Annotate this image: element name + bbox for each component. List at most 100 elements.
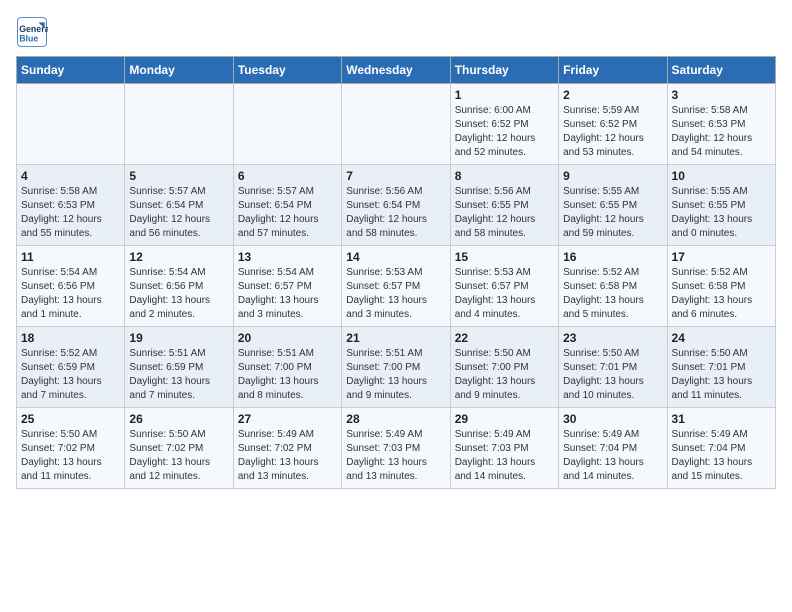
day-header-tuesday: Tuesday <box>233 57 341 84</box>
day-header-saturday: Saturday <box>667 57 775 84</box>
calendar-cell <box>342 84 450 165</box>
day-number: 28 <box>346 412 445 426</box>
day-detail: Sunrise: 5:50 AM Sunset: 7:00 PM Dayligh… <box>455 347 554 403</box>
svg-text:Blue: Blue <box>19 34 38 44</box>
day-header-friday: Friday <box>559 57 667 84</box>
day-number: 23 <box>563 331 662 345</box>
day-number: 16 <box>563 250 662 264</box>
calendar-cell: 24Sunrise: 5:50 AM Sunset: 7:01 PM Dayli… <box>667 327 775 408</box>
day-detail: Sunrise: 5:52 AM Sunset: 6:59 PM Dayligh… <box>21 347 120 403</box>
day-number: 24 <box>672 331 771 345</box>
day-detail: Sunrise: 5:49 AM Sunset: 7:03 PM Dayligh… <box>455 428 554 484</box>
calendar-cell: 21 Sunrise: 5:51 AM Sunset: 7:00 PM Dayli… <box>342 327 450 408</box>
logo: General Blue <box>16 16 48 48</box>
calendar-cell: 13Sunrise: 5:54 AM Sunset: 6:57 PM Dayli… <box>233 246 341 327</box>
calendar-cell: 29 Sunrise: 5:49 AM Sunset: 7:03 PM Dayli… <box>450 408 558 489</box>
calendar-table: SundayMondayTuesdayWednesdayThursdayFrid… <box>16 56 776 489</box>
calendar-cell: 2 Sunrise: 5:59 AM Sunset: 6:52 PM Daylig… <box>559 84 667 165</box>
calendar-cell: 20 Sunrise: 5:51 AM Sunset: 7:00 PM Dayli… <box>233 327 341 408</box>
calendar-cell: 9 Sunrise: 5:55 AM Sunset: 6:55 PM Daylig… <box>559 165 667 246</box>
day-detail: Sunrise: 5:59 AM Sunset: 6:52 PM Dayligh… <box>563 104 662 160</box>
day-detail: Sunrise: 5:54 AM Sunset: 6:56 PM Dayligh… <box>21 266 120 322</box>
calendar-cell: 7 Sunrise: 5:56 AM Sunset: 6:54 PM Daylig… <box>342 165 450 246</box>
calendar-cell: 16 Sunrise: 5:52 AM Sunset: 6:58 PM Dayli… <box>559 246 667 327</box>
day-detail: Sunrise: 5:53 AM Sunset: 6:57 PM Dayligh… <box>346 266 445 322</box>
day-detail: Sunrise: 5:51 AM Sunset: 7:00 PM Dayligh… <box>238 347 337 403</box>
day-detail: Sunrise: 5:50 AM Sunset: 7:01 PM Dayligh… <box>563 347 662 403</box>
calendar-cell: 12 Sunrise: 5:54 AM Sunset: 6:56 PM Dayli… <box>125 246 233 327</box>
calendar-cell: 3Sunrise: 5:58 AM Sunset: 6:53 PM Daylig… <box>667 84 775 165</box>
day-detail: Sunrise: 5:49 AM Sunset: 7:04 PM Dayligh… <box>563 428 662 484</box>
day-detail: Sunrise: 5:52 AM Sunset: 6:58 PM Dayligh… <box>563 266 662 322</box>
day-header-wednesday: Wednesday <box>342 57 450 84</box>
day-number: 6 <box>238 169 337 183</box>
day-detail: Sunrise: 5:55 AM Sunset: 6:55 PM Dayligh… <box>563 185 662 241</box>
day-detail: Sunrise: 6:00 AM Sunset: 6:52 PM Dayligh… <box>455 104 554 160</box>
day-number: 15 <box>455 250 554 264</box>
calendar-cell: 17 Sunrise: 5:52 AM Sunset: 6:58 PM Dayli… <box>667 246 775 327</box>
day-detail: Sunrise: 5:50 AM Sunset: 7:02 PM Dayligh… <box>21 428 120 484</box>
calendar-cell: 31Sunrise: 5:49 AM Sunset: 7:04 PM Dayli… <box>667 408 775 489</box>
day-number: 25 <box>21 412 120 426</box>
day-detail: Sunrise: 5:52 AM Sunset: 6:58 PM Dayligh… <box>672 266 771 322</box>
day-detail: Sunrise: 5:57 AM Sunset: 6:54 PM Dayligh… <box>238 185 337 241</box>
calendar-cell: 30 Sunrise: 5:49 AM Sunset: 7:04 PM Dayli… <box>559 408 667 489</box>
logo-icon: General Blue <box>16 16 48 48</box>
day-number: 7 <box>346 169 445 183</box>
calendar-cell: 1Sunrise: 6:00 AM Sunset: 6:52 PM Daylig… <box>450 84 558 165</box>
day-detail: Sunrise: 5:51 AM Sunset: 6:59 PM Dayligh… <box>129 347 228 403</box>
day-detail: Sunrise: 5:49 AM Sunset: 7:02 PM Dayligh… <box>238 428 337 484</box>
day-number: 19 <box>129 331 228 345</box>
day-detail: Sunrise: 5:55 AM Sunset: 6:55 PM Dayligh… <box>672 185 771 241</box>
header-row: SundayMondayTuesdayWednesdayThursdayFrid… <box>17 57 776 84</box>
calendar-cell: 6 Sunrise: 5:57 AM Sunset: 6:54 PM Daylig… <box>233 165 341 246</box>
day-header-thursday: Thursday <box>450 57 558 84</box>
day-header-monday: Monday <box>125 57 233 84</box>
day-number: 18 <box>21 331 120 345</box>
calendar-cell: 14 Sunrise: 5:53 AM Sunset: 6:57 PM Dayli… <box>342 246 450 327</box>
calendar-cell: 15 Sunrise: 5:53 AM Sunset: 6:57 PM Dayli… <box>450 246 558 327</box>
day-detail: Sunrise: 5:56 AM Sunset: 6:54 PM Dayligh… <box>346 185 445 241</box>
calendar-cell: 28 Sunrise: 5:49 AM Sunset: 7:03 PM Dayli… <box>342 408 450 489</box>
calendar-cell: 10Sunrise: 5:55 AM Sunset: 6:55 PM Dayli… <box>667 165 775 246</box>
week-row-2: 4Sunrise: 5:58 AM Sunset: 6:53 PM Daylig… <box>17 165 776 246</box>
day-number: 31 <box>672 412 771 426</box>
day-detail: Sunrise: 5:53 AM Sunset: 6:57 PM Dayligh… <box>455 266 554 322</box>
day-number: 20 <box>238 331 337 345</box>
day-detail: Sunrise: 5:54 AM Sunset: 6:57 PM Dayligh… <box>238 266 337 322</box>
day-number: 12 <box>129 250 228 264</box>
day-detail: Sunrise: 5:50 AM Sunset: 7:02 PM Dayligh… <box>129 428 228 484</box>
day-number: 8 <box>455 169 554 183</box>
week-row-5: 25 Sunrise: 5:50 AM Sunset: 7:02 PM Dayli… <box>17 408 776 489</box>
day-number: 21 <box>346 331 445 345</box>
calendar-cell: 8 Sunrise: 5:56 AM Sunset: 6:55 PM Daylig… <box>450 165 558 246</box>
day-detail: Sunrise: 5:51 AM Sunset: 7:00 PM Dayligh… <box>346 347 445 403</box>
calendar-cell: 23 Sunrise: 5:50 AM Sunset: 7:01 PM Dayli… <box>559 327 667 408</box>
day-number: 9 <box>563 169 662 183</box>
week-row-3: 11 Sunrise: 5:54 AM Sunset: 6:56 PM Dayli… <box>17 246 776 327</box>
calendar-cell: 18 Sunrise: 5:52 AM Sunset: 6:59 PM Dayli… <box>17 327 125 408</box>
day-detail: Sunrise: 5:49 AM Sunset: 7:03 PM Dayligh… <box>346 428 445 484</box>
day-number: 29 <box>455 412 554 426</box>
day-number: 17 <box>672 250 771 264</box>
day-number: 5 <box>129 169 228 183</box>
day-number: 30 <box>563 412 662 426</box>
calendar-cell <box>125 84 233 165</box>
day-number: 26 <box>129 412 228 426</box>
calendar-cell: 25 Sunrise: 5:50 AM Sunset: 7:02 PM Dayli… <box>17 408 125 489</box>
day-detail: Sunrise: 5:54 AM Sunset: 6:56 PM Dayligh… <box>129 266 228 322</box>
day-number: 14 <box>346 250 445 264</box>
day-detail: Sunrise: 5:56 AM Sunset: 6:55 PM Dayligh… <box>455 185 554 241</box>
week-row-1: 1Sunrise: 6:00 AM Sunset: 6:52 PM Daylig… <box>17 84 776 165</box>
week-row-4: 18 Sunrise: 5:52 AM Sunset: 6:59 PM Dayli… <box>17 327 776 408</box>
day-number: 11 <box>21 250 120 264</box>
calendar-cell: 26 Sunrise: 5:50 AM Sunset: 7:02 PM Dayli… <box>125 408 233 489</box>
calendar-cell: 27Sunrise: 5:49 AM Sunset: 7:02 PM Dayli… <box>233 408 341 489</box>
calendar-cell: 22Sunrise: 5:50 AM Sunset: 7:00 PM Dayli… <box>450 327 558 408</box>
calendar-cell <box>233 84 341 165</box>
day-number: 3 <box>672 88 771 102</box>
calendar-cell: 11 Sunrise: 5:54 AM Sunset: 6:56 PM Dayli… <box>17 246 125 327</box>
day-detail: Sunrise: 5:58 AM Sunset: 6:53 PM Dayligh… <box>21 185 120 241</box>
day-number: 2 <box>563 88 662 102</box>
calendar-cell: 19 Sunrise: 5:51 AM Sunset: 6:59 PM Dayli… <box>125 327 233 408</box>
